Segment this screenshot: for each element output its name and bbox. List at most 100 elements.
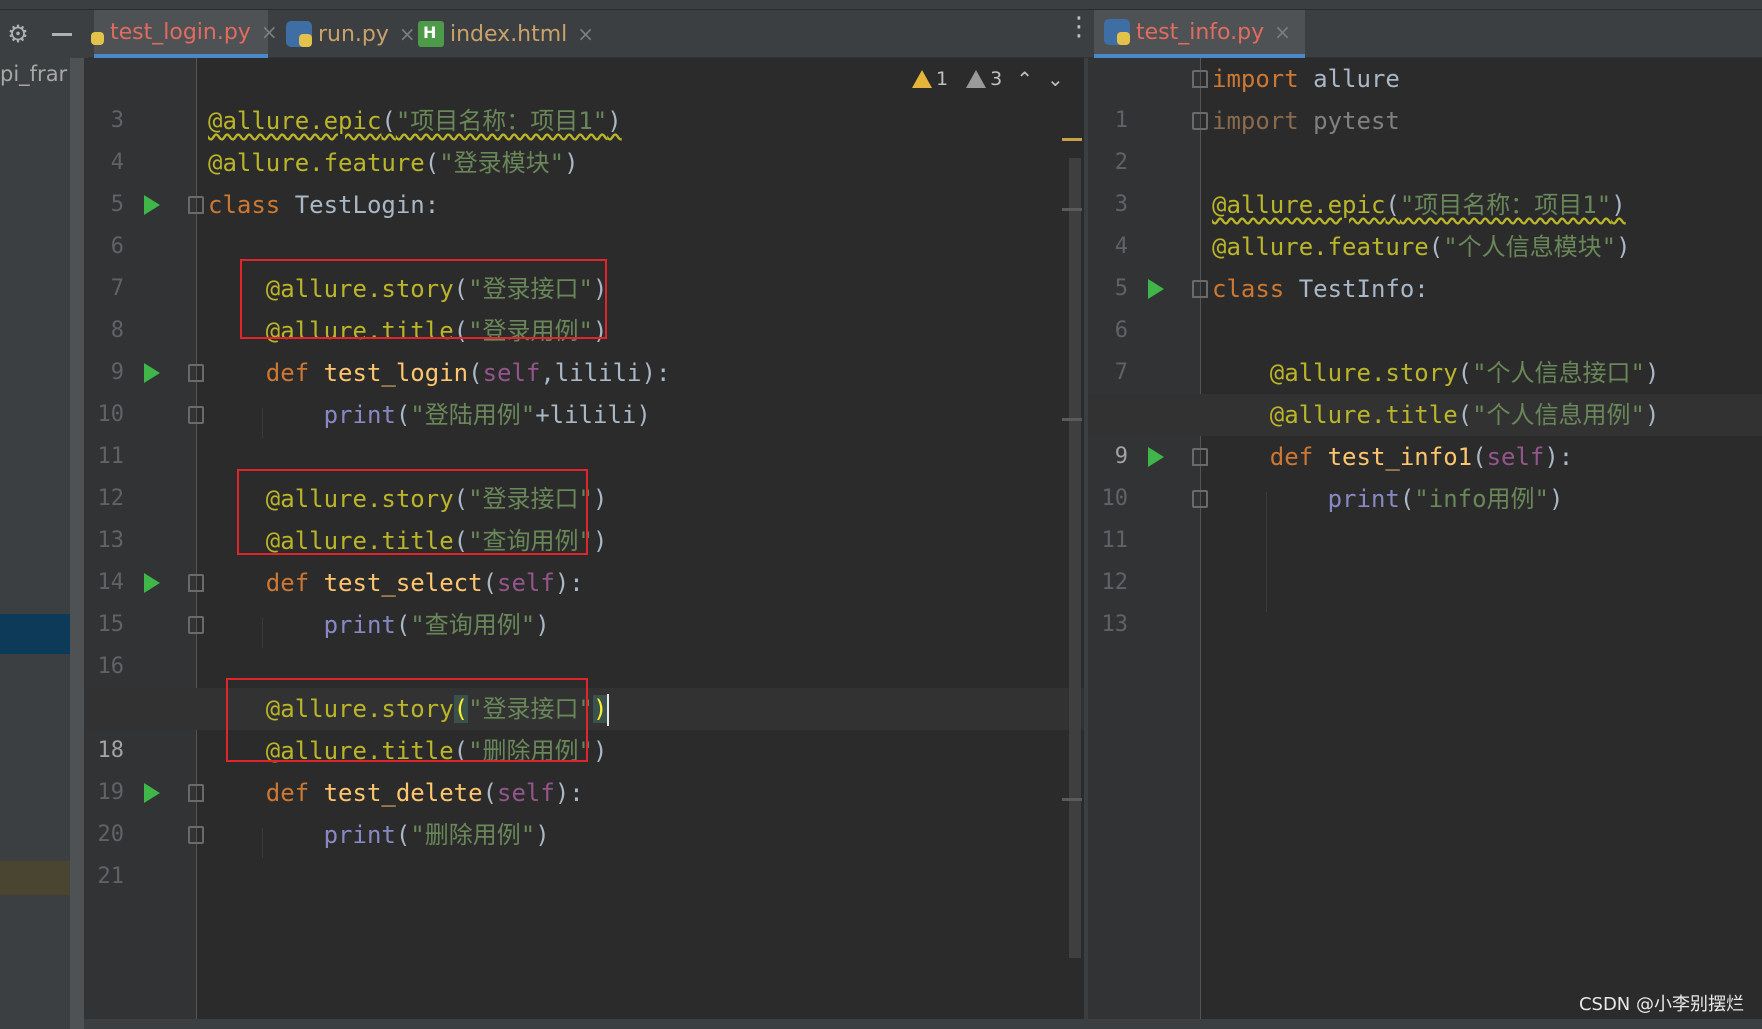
code-text: print("info用例") bbox=[1327, 485, 1564, 513]
code-text: def test_delete(self): bbox=[265, 779, 584, 807]
fold-icon[interactable] bbox=[1192, 280, 1208, 298]
tab-test-info[interactable]: test_info.py × bbox=[1094, 10, 1305, 58]
tab-test-login[interactable]: test_login.py × bbox=[91, 10, 278, 58]
code-line[interactable]: 20 def test_delete(self): bbox=[84, 772, 1084, 847]
fold-end-icon[interactable] bbox=[1192, 490, 1208, 508]
horizontal-scrollbar[interactable] bbox=[84, 1019, 1762, 1029]
code-text: @allure.title("个人信息用例") bbox=[1269, 401, 1660, 429]
code-text: @allure.story("个人信息接口") bbox=[1269, 359, 1660, 387]
code-text: print("登陆用例"+lilili) bbox=[323, 401, 651, 429]
highlight-box bbox=[240, 259, 607, 339]
gear-icon[interactable]: ⚙ bbox=[6, 22, 30, 46]
code-line[interactable]: 15 def test_select(self): bbox=[84, 562, 1084, 637]
fold-end-icon[interactable] bbox=[188, 826, 204, 844]
code-line[interactable]: 2 import pytest bbox=[1088, 100, 1762, 175]
tab-index-html[interactable]: index.html × bbox=[418, 10, 594, 58]
code-line[interactable]: 10 def test_info1(self): bbox=[1088, 436, 1762, 511]
tab-run[interactable]: run.py × bbox=[286, 10, 416, 58]
editor-test-login[interactable]: 1 3 ⌃ ⌄ 3 4 @allure.epic("项目名称：项目1") 5 @… bbox=[84, 58, 1084, 1029]
code-text: @allure.epic("项目名称：项目1") bbox=[208, 107, 622, 135]
editor-scrollbar[interactable] bbox=[1069, 158, 1081, 958]
fold-end-icon[interactable] bbox=[1192, 112, 1208, 130]
code-line[interactable]: 4 @allure.epic("项目名称：项目1") bbox=[84, 100, 1084, 175]
watermark: CSDN @小李别摆烂 bbox=[1578, 994, 1744, 1015]
code-line[interactable]: 6 class TestInfo: bbox=[1088, 268, 1762, 343]
code-text: @allure.feature("登录模块") bbox=[208, 149, 579, 177]
close-icon[interactable]: × bbox=[577, 22, 594, 46]
code-text: print("删除用例") bbox=[323, 821, 550, 849]
hide-panel-icon[interactable] bbox=[52, 33, 72, 36]
run-icon[interactable] bbox=[1148, 279, 1164, 299]
project-panel: pi_frar bbox=[0, 58, 84, 1029]
code-text: def test_info1(self): bbox=[1269, 443, 1574, 471]
fold-icon[interactable] bbox=[1192, 70, 1208, 88]
code-line[interactable]: 21 print("删除用例") bbox=[84, 814, 1084, 889]
code-line[interactable]: 11 print("登陆用例"+lilili) bbox=[84, 394, 1084, 469]
indent-guide bbox=[262, 828, 263, 858]
scroll-marker[interactable] bbox=[1062, 418, 1082, 421]
scroll-marker[interactable] bbox=[1062, 798, 1082, 801]
tab-label: test_info.py bbox=[1136, 19, 1265, 45]
run-icon[interactable] bbox=[144, 195, 160, 215]
scroll-marker[interactable] bbox=[1062, 208, 1082, 211]
project-scrollbar[interactable] bbox=[70, 58, 84, 1029]
run-icon[interactable] bbox=[144, 573, 160, 593]
code-line[interactable]: 5 @allure.feature("个人信息模块") bbox=[1088, 226, 1762, 301]
code-line[interactable]: 13 bbox=[1088, 562, 1762, 637]
fold-end-icon[interactable] bbox=[188, 616, 204, 634]
run-icon[interactable] bbox=[144, 363, 160, 383]
code-line[interactable]: 12 bbox=[1088, 520, 1762, 595]
python-file-icon bbox=[286, 21, 312, 47]
code-text: @allure.epic("项目名称：项目1") bbox=[1212, 191, 1626, 219]
warning-marker[interactable] bbox=[1062, 138, 1082, 141]
html-file-icon bbox=[418, 21, 444, 47]
title-strip bbox=[0, 0, 1762, 10]
code-line[interactable]: 3 bbox=[84, 58, 1084, 133]
code-text: def test_login(self,lilili): bbox=[265, 359, 671, 387]
tab-label: run.py bbox=[318, 21, 389, 47]
run-icon[interactable] bbox=[1148, 447, 1164, 467]
more-tabs-icon[interactable]: ⋮ bbox=[1066, 14, 1092, 40]
code-line-current[interactable]: 9 @allure.title("个人信息用例") bbox=[1088, 394, 1762, 469]
python-file-icon bbox=[1104, 19, 1130, 45]
close-icon[interactable]: × bbox=[261, 20, 278, 44]
project-name[interactable]: pi_frar bbox=[0, 62, 70, 86]
indent-guide bbox=[262, 618, 263, 648]
code-line[interactable]: 4 @allure.epic("项目名称：项目1") bbox=[1088, 184, 1762, 259]
fold-icon[interactable] bbox=[188, 196, 204, 214]
project-toolbar: ⚙ bbox=[0, 10, 88, 58]
line-number: 13 bbox=[1101, 612, 1129, 637]
highlight-box bbox=[226, 678, 588, 762]
fold-icon[interactable] bbox=[1192, 448, 1208, 466]
line-number: 21 bbox=[97, 864, 125, 889]
code-line[interactable]: 16 print("查询用例") bbox=[84, 604, 1084, 679]
code-line[interactable]: 10 def test_login(self,lilili): bbox=[84, 352, 1084, 427]
code-line[interactable]: 5 @allure.feature("登录模块") bbox=[84, 142, 1084, 217]
code-text: class TestInfo: bbox=[1212, 275, 1429, 303]
code-text: print("查询用例") bbox=[323, 611, 550, 639]
fold-end-icon[interactable] bbox=[188, 406, 204, 424]
run-icon[interactable] bbox=[144, 783, 160, 803]
indent-guide bbox=[262, 408, 263, 438]
code-text: def test_select(self): bbox=[265, 569, 584, 597]
highlight-box bbox=[237, 469, 588, 555]
close-icon[interactable]: × bbox=[1274, 20, 1291, 44]
fold-icon[interactable] bbox=[188, 364, 204, 382]
code-text: class TestLogin: bbox=[208, 191, 440, 219]
code-line[interactable]: 11 print("info用例") bbox=[1088, 478, 1762, 553]
code-text: @allure.feature("个人信息模块") bbox=[1212, 233, 1631, 261]
code-text: import allure bbox=[1212, 65, 1400, 93]
tab-label: test_login.py bbox=[110, 19, 251, 45]
fold-icon[interactable] bbox=[188, 784, 204, 802]
code-line[interactable]: 1 import allure bbox=[1088, 58, 1762, 133]
fold-icon[interactable] bbox=[188, 574, 204, 592]
code-line[interactable]: 7 bbox=[1088, 310, 1762, 385]
code-text: import pytest bbox=[1212, 107, 1400, 135]
editor-test-info[interactable]: 1 import allure 2 import pytest 3 4 @all… bbox=[1088, 58, 1762, 1029]
code-line[interactable]: 8 @allure.story("个人信息接口") bbox=[1088, 352, 1762, 427]
code-line[interactable]: 3 bbox=[1088, 142, 1762, 217]
code-line[interactable]: 6 class TestLogin: bbox=[84, 184, 1084, 259]
close-icon[interactable]: × bbox=[399, 22, 416, 46]
indent-guide bbox=[1266, 492, 1267, 612]
tab-label: index.html bbox=[450, 21, 568, 47]
